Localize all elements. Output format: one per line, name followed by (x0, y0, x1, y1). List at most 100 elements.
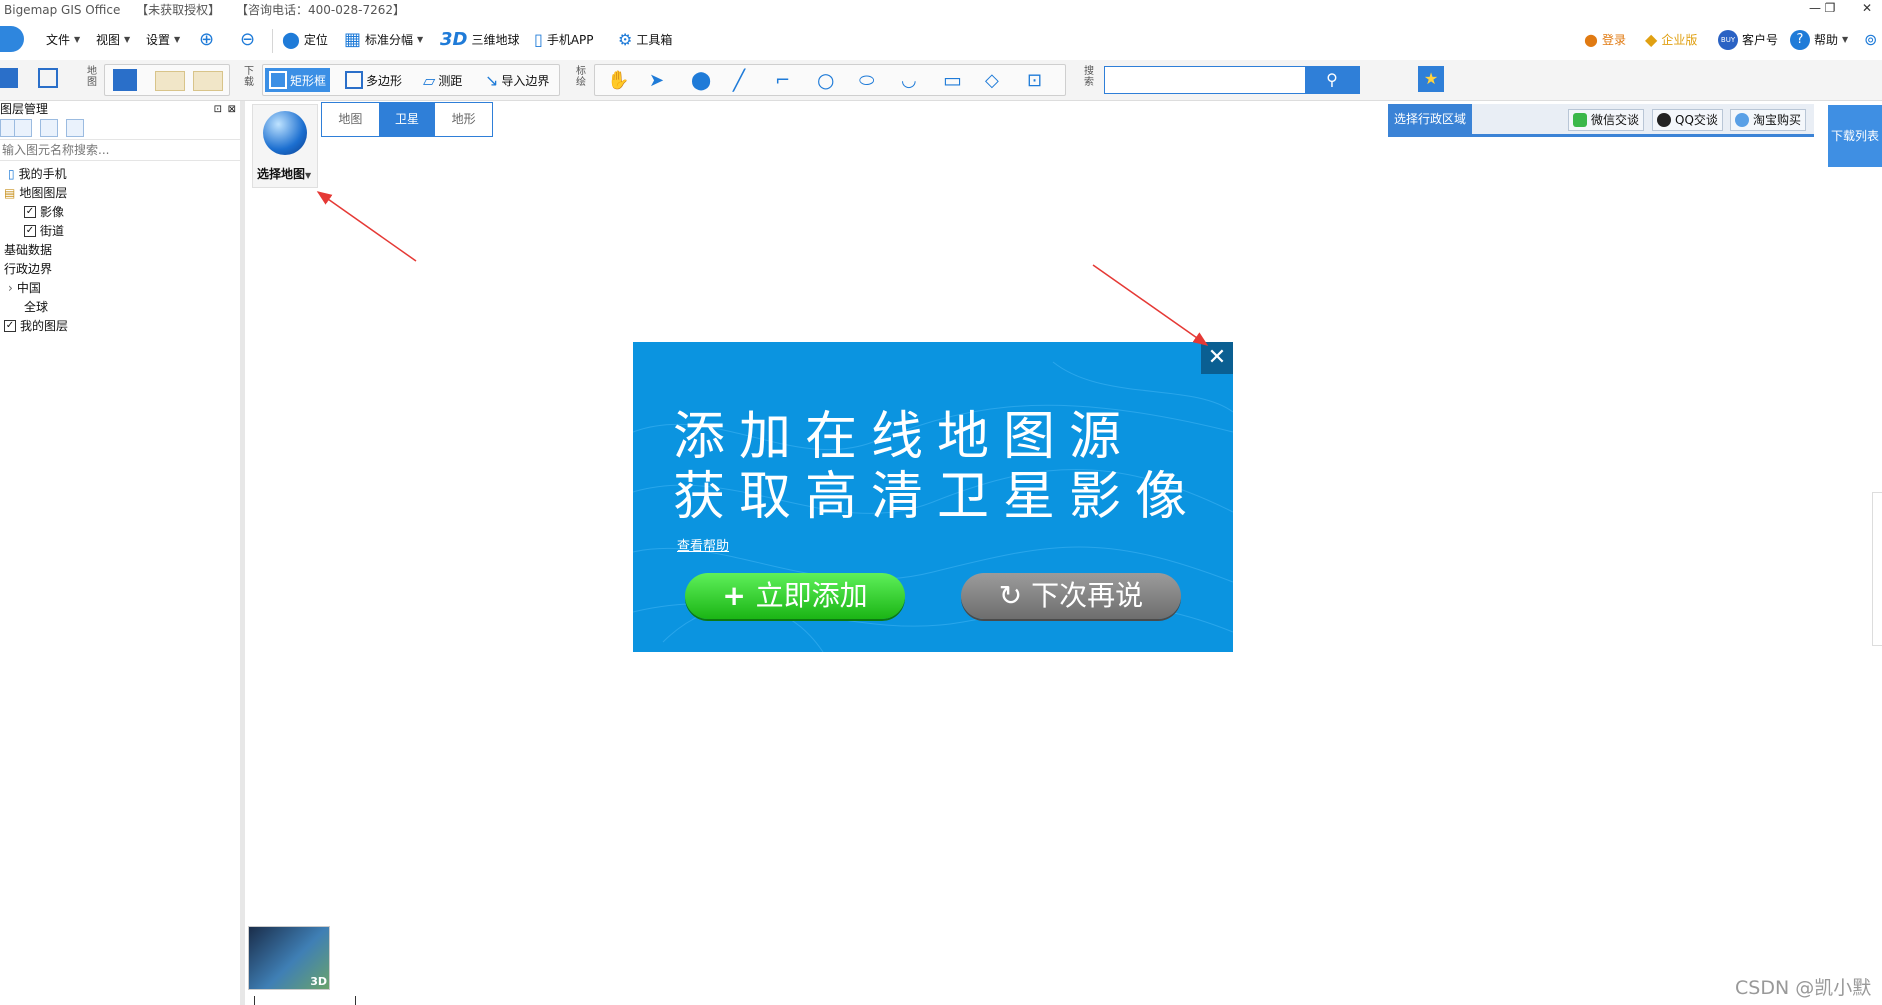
close-panel-icon[interactable]: ⊠ (228, 102, 236, 118)
toolbox-button[interactable]: ⚙ 工具箱 (618, 28, 672, 52)
refresh-icon: ↻ (998, 579, 1032, 612)
tree-item-global[interactable]: 全球 (24, 298, 48, 316)
globe-button[interactable]: 3D 三维地球 (440, 28, 519, 52)
map-source-alt-icon[interactable] (193, 71, 223, 91)
diamond-icon: ◆ (1645, 30, 1658, 49)
sector-icon[interactable]: ◡ (901, 68, 917, 92)
tree-item-streets[interactable]: ✓ 街道 (24, 222, 64, 240)
layer-search-icon[interactable] (66, 119, 84, 137)
tree-item-my-phone[interactable]: ▯ 我的手机 (8, 165, 67, 183)
polygon-icon (345, 71, 363, 89)
globe-thumbnail[interactable]: 3D (248, 926, 330, 990)
map-settings-icon[interactable] (113, 69, 137, 91)
favorite-star-icon[interactable]: ★ (1418, 66, 1444, 92)
zoom-in-icon[interactable]: ⊕ (199, 28, 214, 52)
settings-dots-icon[interactable]: ⊚ (1864, 28, 1877, 52)
rectangle-select-icon (269, 71, 287, 89)
tree-item-my-layers[interactable]: ✓ 我的图层 (4, 317, 68, 335)
promo-line-2: 获取高清卫星影像 (673, 467, 1202, 527)
marker-icon[interactable]: ⬤ (691, 68, 711, 92)
map-source-icon[interactable] (155, 71, 185, 91)
tab-satellite[interactable]: 卫星 (378, 103, 436, 136)
area-tool-icon[interactable]: ⊡ (1027, 68, 1042, 92)
zoom-out-icon[interactable]: ⊖ (240, 28, 255, 52)
search-input[interactable] (1107, 69, 1311, 91)
side-tab[interactable] (1872, 492, 1882, 646)
pin-icon[interactable]: ⊡ (214, 102, 222, 118)
annotate-group-label: 标绘 (576, 66, 586, 88)
qq-chat-button[interactable]: QQ交谈 (1652, 109, 1723, 131)
layer-settings-icon[interactable] (40, 119, 58, 137)
download-list-button[interactable]: 下载列表 (1828, 105, 1882, 167)
help-menu-button[interactable]: ? 帮助 ▼ (1790, 28, 1848, 52)
restore-button[interactable]: ❐ (1815, 0, 1845, 16)
tree-item-base-data[interactable]: 基础数据 (4, 241, 52, 259)
save-layer-icon[interactable] (14, 119, 32, 137)
polygon-button[interactable]: 多边形 (345, 68, 402, 92)
menu-view[interactable]: 视图 ▼ (96, 28, 130, 52)
download-tool-group: 矩形框 多边形 ▱ 测距 ↘ 导入边界 (262, 64, 560, 96)
tab-map[interactable]: 地图 (322, 103, 379, 136)
tree-item-label: 中国 (16, 281, 41, 295)
enterprise-button[interactable]: ◆ 企业版 (1645, 28, 1697, 52)
line-icon[interactable]: ╱ (733, 68, 745, 92)
mobile-app-button[interactable]: ▯ 手机APP (534, 28, 594, 52)
imagery-checkbox[interactable]: ✓ (24, 206, 36, 218)
layer-panel: 图层管理 ⊡ ⊠ 输入图元名称搜索... ▯ 我的手机 ▤ 地图图层 ✓ 影像 ✓ 街道… (0, 101, 245, 1005)
close-dialog-button[interactable]: ✕ (1201, 342, 1233, 374)
search-field[interactable]: ⚲ (1104, 66, 1360, 94)
circle-icon[interactable]: ○ (817, 68, 834, 92)
menu-settings[interactable]: 设置 ▼ (146, 28, 180, 52)
tree-item-map-layers[interactable]: ▤ 地图图层 (4, 184, 67, 202)
streets-checkbox[interactable]: ✓ (24, 225, 36, 237)
select-region-button[interactable]: 选择行政区域 (1388, 104, 1472, 134)
locate-button[interactable]: ⬤ 定位 (282, 28, 328, 52)
tab-terrain[interactable]: 地形 (435, 103, 492, 136)
open-folder-icon[interactable] (0, 68, 18, 88)
import-boundary-label: 导入边界 (501, 73, 550, 88)
close-window-button[interactable]: ✕ (1852, 0, 1882, 16)
select-map-button[interactable]: 选择地图▼ (252, 104, 318, 188)
map-type-tabs: 地图 卫星 地形 (321, 102, 493, 137)
my-layers-checkbox[interactable]: ✓ (4, 320, 16, 332)
later-button[interactable]: ↻ 下次再说 (961, 573, 1181, 619)
customer-id-button[interactable]: BUY 客户号 (1718, 28, 1778, 52)
pointer-icon[interactable]: ➤ (649, 68, 664, 92)
measure-tool-icon[interactable]: ◇ (985, 68, 999, 92)
thumbnail-3d-label: 3D (310, 975, 327, 988)
rect-box-button[interactable]: 矩形框 (265, 68, 331, 92)
chevron-down-icon: ▼ (124, 35, 131, 44)
ellipse-icon[interactable]: ⬭ (859, 68, 874, 92)
standard-sheet-button[interactable]: ▦ 标准分幅 ▼ (344, 28, 423, 52)
toolbox-label: 工具箱 (636, 33, 673, 47)
layer-search-input[interactable]: 输入图元名称搜索... (0, 140, 240, 161)
help-link[interactable]: 查看帮助 (677, 535, 729, 554)
rectangle-icon[interactable]: ▭ (943, 68, 962, 92)
add-now-button[interactable]: + 立即添加 (685, 573, 905, 619)
rect-box-label: 矩形框 (290, 73, 327, 88)
measure-button[interactable]: ▱ 测距 (423, 68, 462, 92)
tree-item-admin-boundary[interactable]: 行政边界 (4, 260, 52, 278)
wechat-chat-button[interactable]: 微信交谈 (1568, 109, 1645, 131)
tree-item-imagery[interactable]: ✓ 影像 (24, 203, 64, 221)
login-button[interactable]: ● 登录 (1584, 28, 1626, 52)
map-tool-group (104, 64, 230, 96)
buy-badge-icon: BUY (1718, 30, 1738, 50)
phone-icon: ▯ (8, 167, 15, 181)
phone-icon: ▯ (534, 30, 543, 49)
import-boundary-button[interactable]: ↘ 导入边界 (485, 68, 549, 92)
three-d-icon: 3D (440, 29, 468, 50)
import-arrow-icon: ↘ (485, 70, 499, 90)
question-icon: ? (1790, 30, 1810, 50)
pan-hand-icon[interactable]: ✋ (607, 68, 629, 92)
scale-bar (254, 996, 356, 1005)
taobao-buy-button[interactable]: 淘宝购买 (1730, 109, 1807, 131)
search-icon[interactable]: ⚲ (1305, 67, 1359, 93)
locate-label: 定位 (303, 33, 328, 47)
tree-item-label: 行政边界 (4, 262, 53, 276)
tree-item-china[interactable]: › 中国 (8, 279, 41, 297)
menu-file[interactable]: 文件 ▼ (46, 28, 80, 52)
chevron-right-icon[interactable]: › (8, 279, 13, 297)
save-icon[interactable] (38, 68, 58, 88)
polyline-icon[interactable]: ⌐ (775, 68, 790, 92)
